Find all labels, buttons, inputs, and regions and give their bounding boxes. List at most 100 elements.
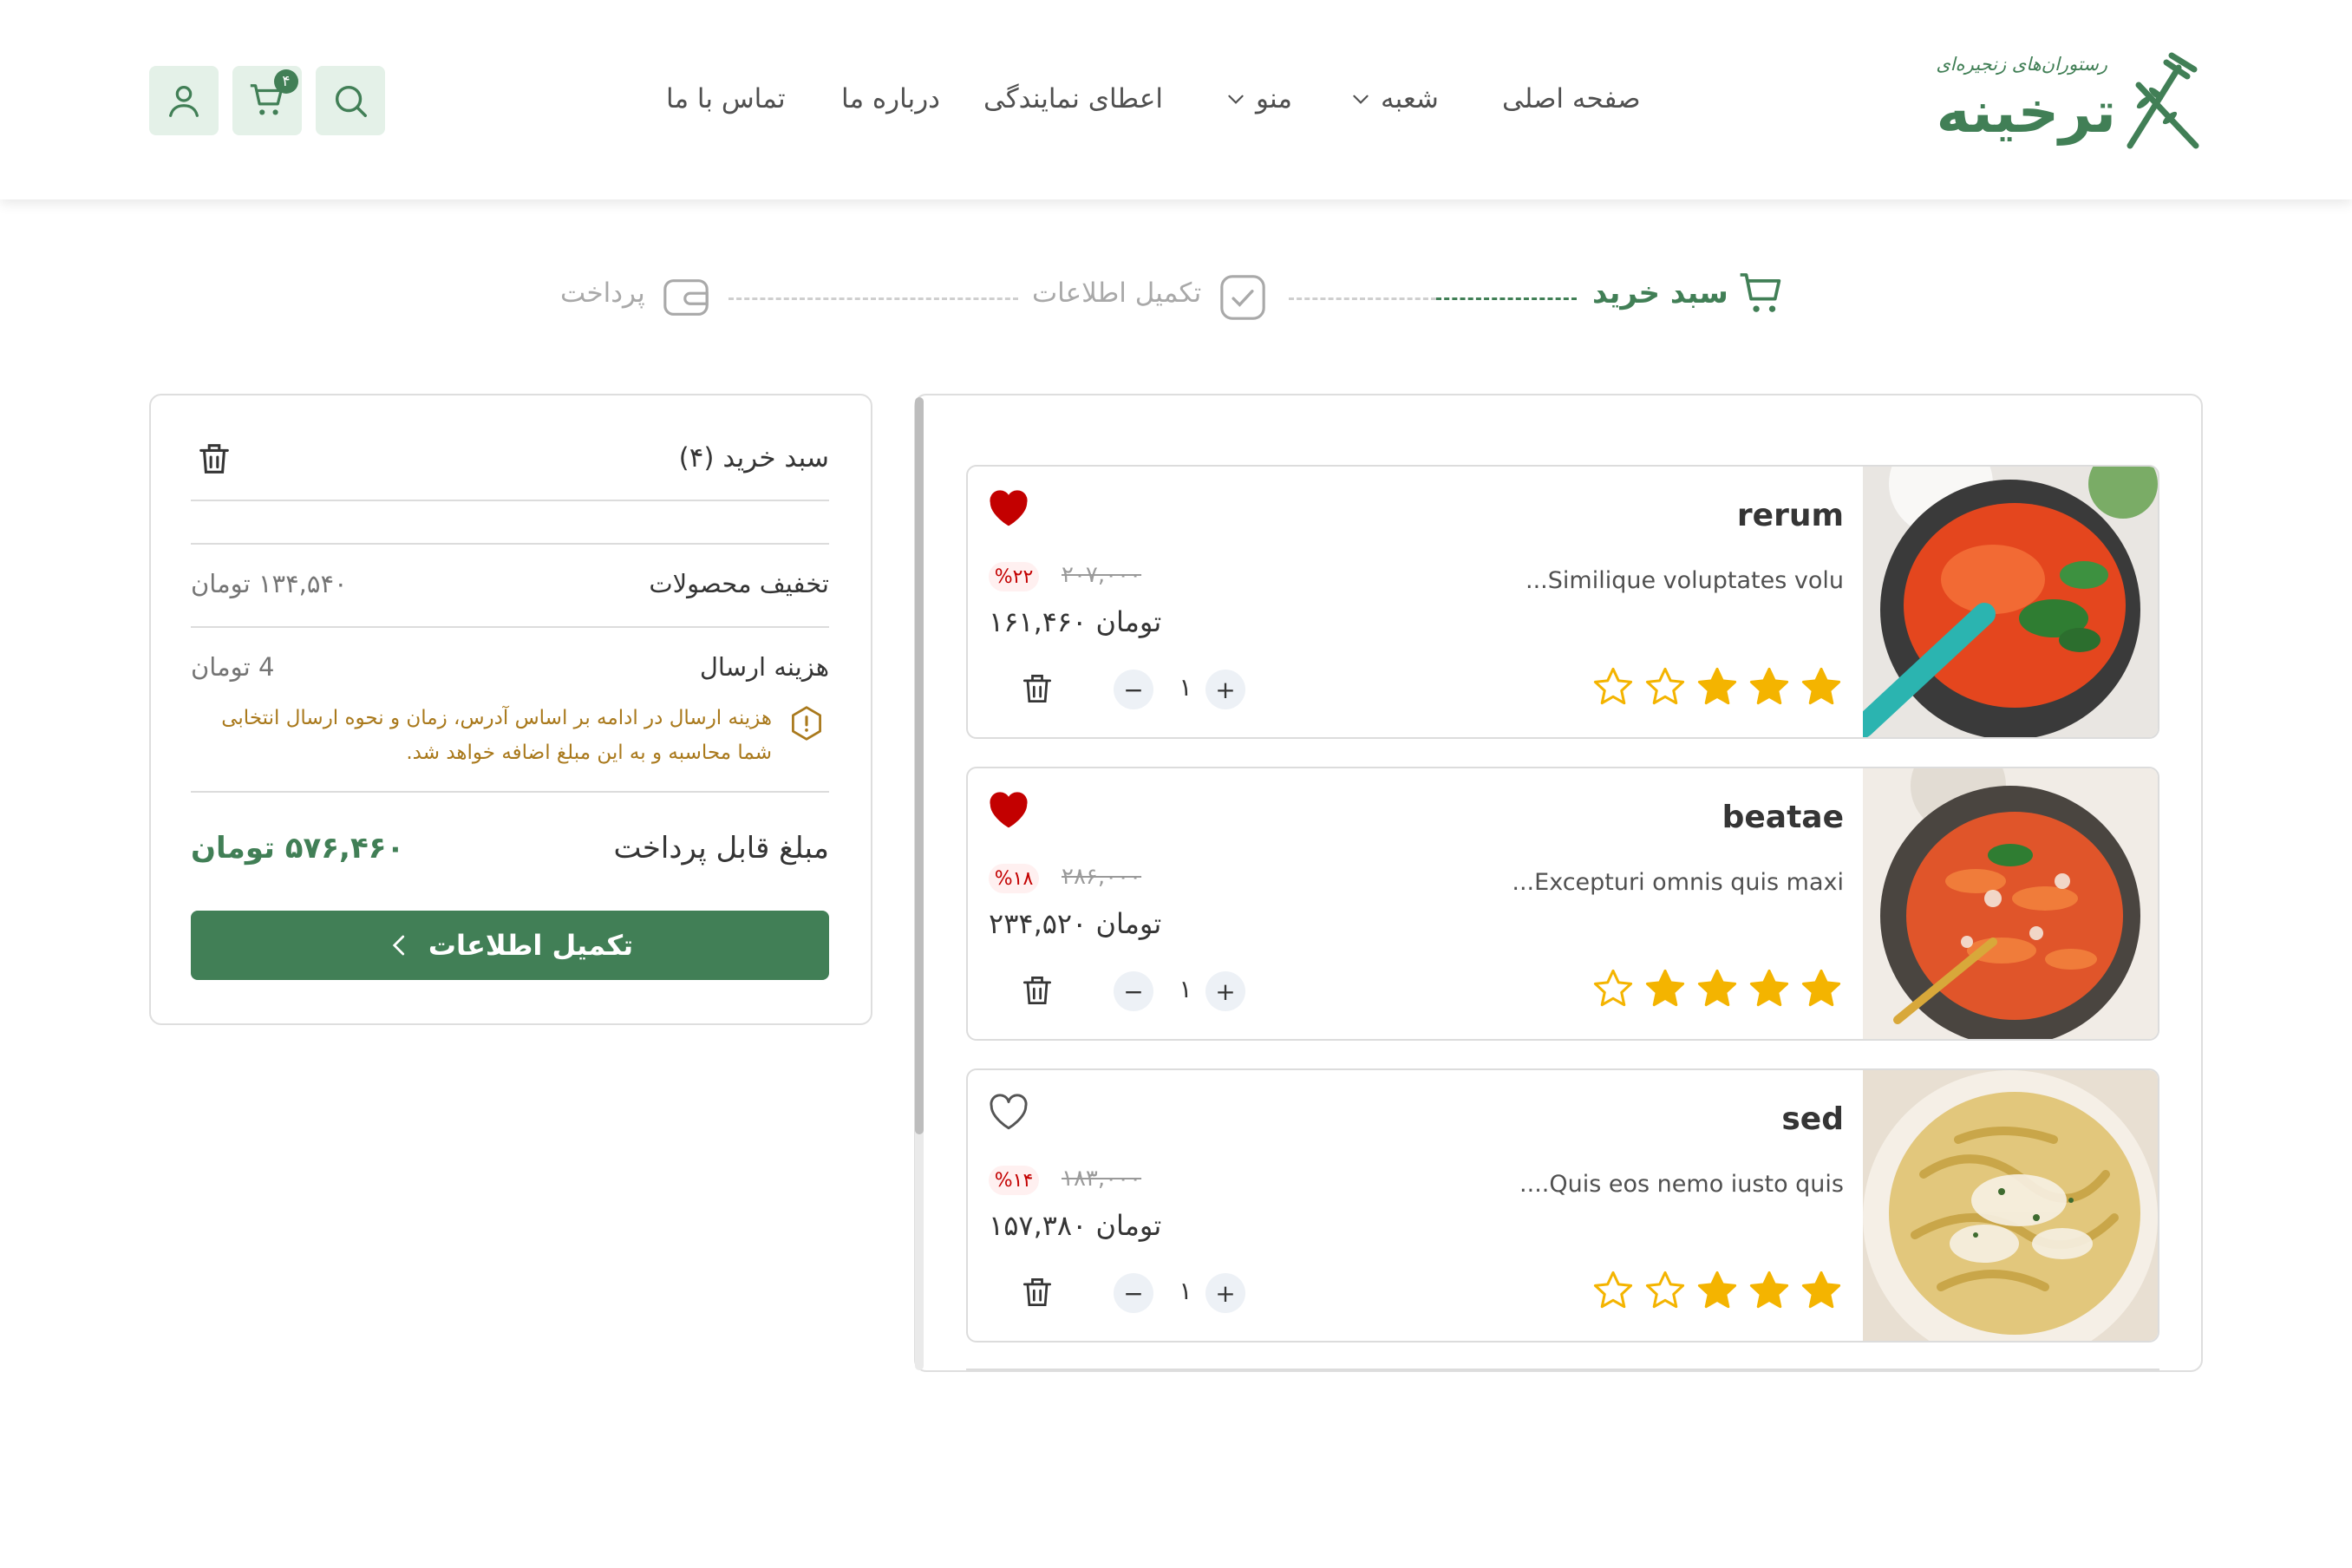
nav-contact-label: تماس با ما [666,83,786,114]
star-filled-icon[interactable] [1747,1268,1792,1313]
star-filled-icon[interactable] [1799,1268,1844,1313]
star-filled-icon[interactable] [1799,966,1844,1011]
step-info: تکمیل اطلاعات [1032,278,1202,309]
rating-stars [1591,664,1844,709]
nav-franchise[interactable]: اعطای نمایندگی [983,76,1163,121]
food-image[interactable] [1863,1070,2158,1341]
star-filled-icon[interactable] [1747,966,1792,1011]
star-empty-icon[interactable] [1591,966,1636,1011]
nav-home[interactable]: صفحه اصلی [1502,76,1641,121]
user-button[interactable] [149,66,219,135]
chevron-down-icon [1228,95,1244,104]
increase-qty-button[interactable]: + [1205,670,1245,709]
star-filled-icon[interactable] [1747,664,1792,709]
star-filled-icon[interactable] [1695,1268,1740,1313]
search-icon [335,85,367,117]
discount-badge: %۱۴ [989,1166,1039,1195]
cart-step-icon [1740,273,1781,312]
search-button[interactable] [316,66,385,135]
heart-outline-icon[interactable] [987,1091,1030,1131]
cart-button[interactable]: ۴ [232,66,302,135]
total-value: ۵۷۶,۴۶۰ تومان [191,831,405,866]
summary-discount-row: تخفیف محصولات ۱۳۴,۵۴۰ تومان [191,569,829,598]
shipping-label: هزینه ارسال [699,652,829,682]
cart-count-badge: ۴ [274,69,298,94]
complete-info-button[interactable]: تکمیل اطلاعات [191,911,829,980]
discount-badge: %۲۲ [989,562,1039,591]
brand-logo[interactable]: رستوران‌های زنجیره‌ای ترخینه [1934,50,2203,154]
shipping-note: هزینه ارسال در ادامه بر اساس آدرس، زمان … [221,707,772,764]
complete-info-label: تکمیل اطلاعات [428,929,634,962]
chevron-left-icon [392,935,404,956]
star-filled-icon[interactable] [1695,664,1740,709]
quantity-value: ۱ [1179,1277,1192,1305]
scrollbar-thumb[interactable] [915,397,924,1134]
food-image[interactable] [1863,467,2158,737]
star-empty-icon[interactable] [1591,664,1636,709]
food-image[interactable] [1863,768,2158,1039]
decrease-qty-button[interactable]: − [1114,1273,1153,1313]
star-filled-icon[interactable] [1799,664,1844,709]
trash-icon[interactable] [194,439,234,479]
increase-qty-button[interactable]: + [1205,971,1245,1011]
discount-badge: %۱۸ [989,864,1039,893]
star-empty-icon[interactable] [1643,1268,1688,1313]
heart-filled-icon[interactable] [987,789,1030,829]
nav-menu[interactable]: منو [1225,76,1292,121]
step-divider [1289,297,1436,300]
quantity-value: ۱ [1179,673,1192,702]
discount-label: تخفیف محصولات [649,569,829,598]
step-divider-active [1436,297,1577,300]
decrease-qty-button[interactable]: − [1114,670,1153,709]
divider [966,1369,2159,1370]
step-payment: پرداخت [560,278,645,309]
item-name[interactable]: sed [1781,1101,1844,1137]
summary-total-row: مبلغ قابل پرداخت ۵۷۶,۴۶۰ تومان [191,831,829,866]
nav-contact[interactable]: تماس با ما [666,76,786,121]
item-price: ۱۵۷,۳۸۰ تومان [989,1209,1162,1242]
original-price: ۲۰۷,۰۰۰ [1062,562,1142,588]
star-empty-icon[interactable] [1643,664,1688,709]
star-empty-icon[interactable] [1591,1268,1636,1313]
nav-franchise-label: اعطای نمایندگی [983,83,1163,114]
plus-icon: + [1215,675,1236,704]
plus-icon: + [1215,1278,1236,1308]
chevron-down-icon [1353,95,1369,104]
decrease-qty-button[interactable]: − [1114,971,1153,1011]
user-icon [169,86,199,117]
trash-icon[interactable] [1018,668,1056,709]
plus-icon: + [1215,977,1236,1006]
item-name[interactable]: beatae [1722,800,1844,835]
star-filled-icon[interactable] [1643,966,1688,1011]
star-filled-icon[interactable] [1695,966,1740,1011]
item-description: ...Similique voluptates volu [1526,567,1844,594]
trash-icon[interactable] [1018,1271,1056,1313]
nav-branch-label: شعبه [1381,83,1439,114]
divider [191,626,829,628]
nav-home-label: صفحه اصلی [1502,83,1641,114]
wallet-step-icon [663,279,709,316]
nav-branch[interactable]: شعبه [1349,76,1439,121]
discount-value: ۱۳۴,۵۴۰ تومان [191,569,348,598]
nav-about-label: درباره ما [841,83,940,114]
divider [191,500,829,501]
cart-item-card: sed ....Quis eos nemo iusto quis %۱۴ ۱۸۳… [966,1068,2159,1343]
step-cart: سبد خرید [1592,276,1728,310]
summary-shipping-row: هزینه ارسال 4 تومان [191,652,829,682]
minus-icon: − [1123,977,1144,1006]
check-step-icon [1220,275,1265,320]
minus-icon: − [1123,675,1144,704]
heart-filled-icon[interactable] [987,487,1030,527]
item-description: ....Quis eos nemo iusto quis [1519,1171,1844,1198]
nav-about[interactable]: درباره ما [841,76,940,121]
divider [191,791,829,793]
original-price: ۱۸۳,۰۰۰ [1062,1166,1142,1192]
warning-icon [792,706,821,741]
rating-stars [1591,966,1844,1011]
total-label: مبلغ قابل پرداخت [613,831,829,866]
increase-qty-button[interactable]: + [1205,1273,1245,1313]
item-name[interactable]: rerum [1737,498,1844,533]
quantity-value: ۱ [1179,975,1192,1003]
trash-icon[interactable] [1018,970,1056,1011]
minus-icon: − [1123,1278,1144,1308]
